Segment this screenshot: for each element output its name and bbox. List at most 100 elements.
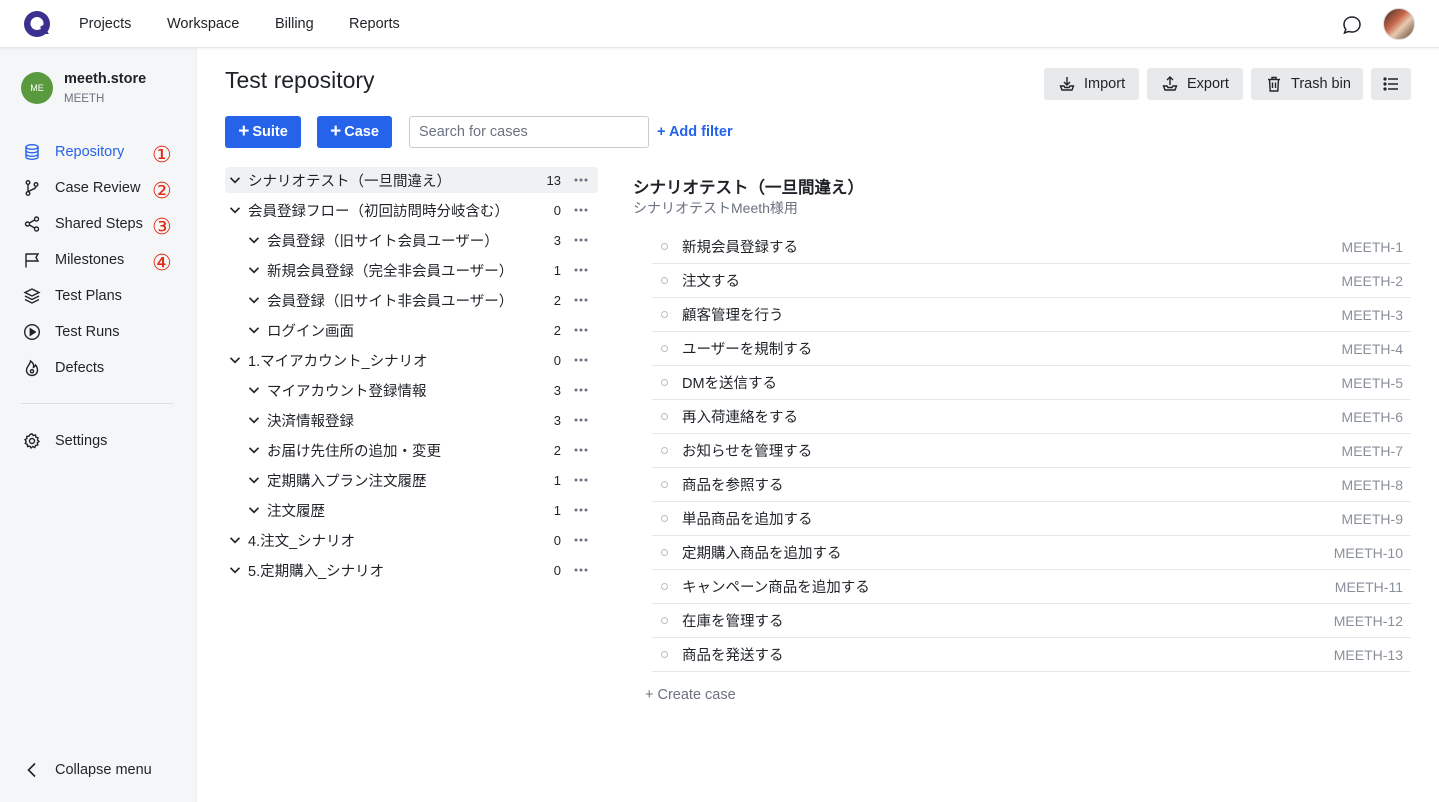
chevron-down-icon[interactable] [247,503,261,517]
app-logo-icon[interactable] [23,10,51,38]
more-options-icon[interactable] [573,263,589,277]
sidebar-item-test-runs[interactable]: Test Runs [22,320,182,344]
export-button[interactable]: Export [1147,68,1243,100]
case-row[interactable]: 単品商品を追加する MEETH-9 [652,502,1411,536]
more-options-icon[interactable] [573,503,589,517]
chevron-down-icon[interactable] [228,203,242,217]
case-row[interactable]: ユーザーを規制する MEETH-4 [652,332,1411,366]
chevron-down-icon[interactable] [247,443,261,457]
sidebar-item-defects[interactable]: Defects [22,356,182,380]
chat-icon[interactable] [1341,14,1363,36]
search-input[interactable] [409,116,649,148]
case-row[interactable]: 新規会員登録する MEETH-1 [652,230,1411,264]
case-row[interactable]: 商品を参照する MEETH-8 [652,468,1411,502]
user-avatar[interactable] [1383,8,1415,40]
chevron-down-icon[interactable] [228,353,242,367]
suite-tree-row[interactable]: 決済情報登録 3 [225,407,598,433]
suite-tree-row[interactable]: シナリオテスト（一旦間違え） 13 [225,167,598,193]
suite-tree-row[interactable]: 注文履歴 1 [225,497,598,523]
case-name: 注文する [682,274,740,290]
trash-bin-button[interactable]: Trash bin [1251,68,1363,100]
suite-name: 1.マイアカウント_シナリオ [248,353,428,370]
chevron-down-icon[interactable] [228,173,242,187]
more-options-icon[interactable] [573,293,589,307]
export-label: Export [1187,76,1229,92]
suite-name: 新規会員登録（完全非会員ユーザー） [267,263,514,280]
suite-name: マイアカウント登録情報 [267,383,427,400]
sidebar-item-settings[interactable]: Settings [22,429,182,453]
more-options-icon[interactable] [573,413,589,427]
more-options-icon[interactable] [573,203,589,217]
org-name[interactable]: meeth.store [64,71,146,87]
case-row[interactable]: 顧客管理を行う MEETH-3 [652,298,1411,332]
suite-tree-row[interactable]: 会員登録（旧サイト会員ユーザー） 3 [225,227,598,253]
nav-projects[interactable]: Projects [79,16,131,32]
view-toggle-button[interactable] [1371,68,1411,100]
status-dot-icon [661,277,668,284]
suite-tree-row[interactable]: お届け先住所の追加・変更 2 [225,437,598,463]
more-options-icon[interactable] [573,233,589,247]
add-filter-link[interactable]: + Add filter [657,124,733,140]
more-options-icon[interactable] [573,353,589,367]
suite-case-count: 2 [553,322,561,338]
more-options-icon[interactable] [573,533,589,547]
sidebar-item-test-plans[interactable]: Test Plans [22,284,182,308]
chevron-down-icon[interactable] [247,413,261,427]
list-icon [1383,77,1398,91]
case-row[interactable]: キャンペーン商品を追加する MEETH-11 [652,570,1411,604]
annotation-marker-2: ② [152,179,172,204]
more-options-icon[interactable] [573,473,589,487]
case-name: 顧客管理を行う [682,308,784,324]
case-row[interactable]: 商品を発送する MEETH-13 [652,638,1411,672]
collapse-menu-button[interactable]: Collapse menu [22,758,152,782]
chevron-down-icon[interactable] [228,533,242,547]
more-options-icon[interactable] [573,173,589,187]
case-row[interactable]: お知らせを管理する MEETH-7 [652,434,1411,468]
chevron-left-icon [22,760,42,780]
case-row[interactable]: 再入荷連絡をする MEETH-6 [652,400,1411,434]
suite-name: ログイン画面 [267,323,354,340]
case-row[interactable]: 注文する MEETH-2 [652,264,1411,298]
chevron-down-icon[interactable] [247,323,261,337]
case-id: MEETH-12 [1333,612,1403,629]
suite-tree-row[interactable]: 新規会員登録（完全非会員ユーザー） 1 [225,257,598,283]
nav-billing[interactable]: Billing [275,16,314,32]
more-options-icon[interactable] [573,383,589,397]
add-case-label: Case [344,124,379,140]
chevron-down-icon[interactable] [247,263,261,277]
suite-tree-row[interactable]: 5.定期購入_シナリオ 0 [225,557,598,583]
more-options-icon[interactable] [573,563,589,577]
suite-tree-row[interactable]: マイアカウント登録情報 3 [225,377,598,403]
case-row[interactable]: 在庫を管理する MEETH-12 [652,604,1411,638]
nav-workspace[interactable]: Workspace [167,16,239,32]
case-name: 新規会員登録する [682,240,798,256]
play-circle-icon [22,322,42,342]
status-dot-icon [661,413,668,420]
more-options-icon[interactable] [573,323,589,337]
case-row[interactable]: DMを送信する MEETH-5 [652,366,1411,400]
case-id: MEETH-7 [1341,442,1403,459]
suite-name: 4.注文_シナリオ [248,533,356,550]
suite-tree-row[interactable]: 4.注文_シナリオ 0 [225,527,598,553]
create-case-link[interactable]: + Create case [645,687,736,703]
annotation-marker-4: ④ [152,251,172,276]
chevron-down-icon[interactable] [228,563,242,577]
chevron-down-icon[interactable] [247,473,261,487]
suite-tree-row[interactable]: 会員登録フロー（初回訪問時分岐含む） 0 [225,197,598,223]
chevron-down-icon[interactable] [247,233,261,247]
nav-reports[interactable]: Reports [349,16,400,32]
add-suite-button[interactable]: + Suite [225,116,301,148]
org-avatar[interactable]: ME [21,72,53,104]
chevron-down-icon[interactable] [247,293,261,307]
status-dot-icon [661,379,668,386]
add-case-button[interactable]: + Case [317,116,392,148]
suite-tree-row[interactable]: 会員登録（旧サイト非会員ユーザー） 2 [225,287,598,313]
suite-tree-row[interactable]: 定期購入プラン注文履歴 1 [225,467,598,493]
suite-name: 会員登録（旧サイト会員ユーザー） [267,233,499,250]
case-row[interactable]: 定期購入商品を追加する MEETH-10 [652,536,1411,570]
import-button[interactable]: Import [1044,68,1139,100]
more-options-icon[interactable] [573,443,589,457]
suite-tree-row[interactable]: 1.マイアカウント_シナリオ 0 [225,347,598,373]
suite-tree-row[interactable]: ログイン画面 2 [225,317,598,343]
chevron-down-icon[interactable] [247,383,261,397]
